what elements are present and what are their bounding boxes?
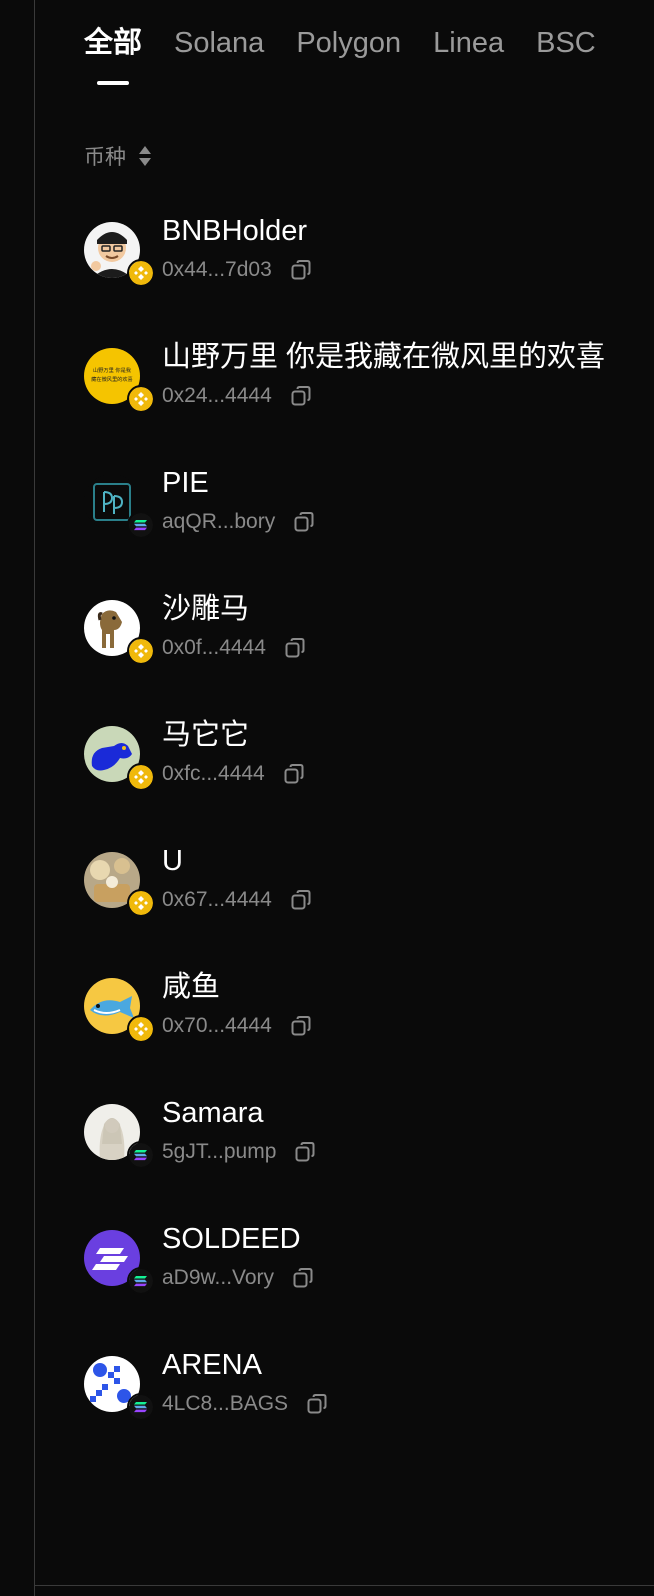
tab-label: Linea [433, 27, 505, 59]
token-avatar-group [84, 852, 155, 917]
svg-text:藏在微风里的欢喜: 藏在微风里的欢喜 [91, 375, 133, 383]
tab-bsc[interactable]: BSC [536, 22, 596, 92]
solana-chain-badge-icon [127, 511, 155, 539]
token-address: 4LC8...BAGS [162, 1392, 289, 1415]
sort-by-token-header[interactable]: 币种 [84, 141, 152, 171]
bnb-chain-badge-icon [127, 889, 155, 917]
solana-chain-badge-icon [127, 1393, 155, 1421]
token-address: aqQR...bory [162, 510, 276, 533]
token-row[interactable]: Samara 5gJT...pump [84, 1087, 654, 1187]
copy-icon[interactable] [290, 1015, 312, 1037]
copy-icon[interactable] [290, 385, 312, 407]
token-name: 山野万里 你是我藏在微风里的欢喜 [162, 341, 606, 373]
token-row[interactable]: SOLDEED aD9w...Vory [84, 1213, 654, 1313]
token-name: SOLDEED [162, 1223, 301, 1255]
token-row[interactable]: ARENA 4LC8...BAGS [84, 1339, 654, 1439]
address-line: 0x24...4444 [162, 382, 312, 410]
copy-icon[interactable] [290, 889, 312, 911]
token-address: aD9w...Vory [162, 1266, 275, 1289]
token-row[interactable]: PIE aqQR...bory [84, 457, 654, 557]
token-avatar-group [84, 726, 155, 791]
bnb-chain-badge-icon [127, 385, 155, 413]
active-tab-indicator [97, 81, 129, 85]
token-address: 0xfc...4444 [162, 762, 265, 785]
token-row[interactable]: 马它它 0xfc...4444 [84, 709, 654, 809]
address-line: 0xfc...4444 [162, 760, 305, 788]
address-line: aqQR...bory [162, 508, 315, 536]
token-row[interactable]: 咸鱼 0x70...4444 [84, 961, 654, 1061]
token-avatar-group [84, 1104, 155, 1169]
tab-label: 全部 [84, 27, 143, 59]
token-name: U [162, 845, 183, 877]
token-avatar-group [84, 1356, 155, 1421]
tab-label: Polygon [296, 27, 402, 59]
token-avatar-group [84, 978, 155, 1043]
token-name: Samara [162, 1097, 264, 1129]
address-line: 0x44...7d03 [162, 256, 312, 284]
token-name: 沙雕马 [162, 593, 250, 625]
address-line: 0x0f...4444 [162, 634, 306, 662]
address-line: 5gJT...pump [162, 1138, 316, 1166]
token-avatar-group [84, 474, 155, 539]
token-avatar-group: 山野万里 你是我 藏在微风里的欢喜 [84, 348, 155, 413]
solana-chain-badge-icon [127, 1141, 155, 1169]
chain-tabs: 全部 Solana Polygon Linea BSC [84, 22, 628, 92]
tab-all[interactable]: 全部 [84, 22, 142, 92]
token-name: ARENA [162, 1349, 262, 1381]
token-address: 0x24...4444 [162, 384, 272, 407]
bnb-chain-badge-icon [127, 1015, 155, 1043]
token-avatar-group [84, 222, 155, 287]
tab-label: Solana [174, 27, 265, 59]
copy-icon[interactable] [284, 637, 306, 659]
token-name: PIE [162, 467, 209, 499]
copy-icon[interactable] [294, 1141, 316, 1163]
svg-text:山野万里 你是我: 山野万里 你是我 [93, 366, 131, 374]
token-name: 马它它 [162, 719, 250, 751]
copy-icon[interactable] [306, 1393, 328, 1415]
tab-label: BSC [536, 27, 596, 59]
token-address: 0x70...4444 [162, 1014, 272, 1037]
address-line: 4LC8...BAGS [162, 1390, 328, 1418]
token-list-screen: 全部 Solana Polygon Linea BSC 币种 BNBHolder… [0, 0, 654, 1596]
token-row[interactable]: BNBHolder 0x44...7d03 [84, 205, 654, 305]
token-row[interactable]: 沙雕马 0x0f...4444 [84, 583, 654, 683]
address-line: aD9w...Vory [162, 1264, 314, 1292]
copy-icon[interactable] [292, 1267, 314, 1289]
address-line: 0x70...4444 [162, 1012, 312, 1040]
token-row[interactable]: U 0x67...4444 [84, 835, 654, 935]
bnb-chain-badge-icon [127, 637, 155, 665]
token-avatar-group [84, 600, 155, 665]
token-name: 咸鱼 [162, 971, 221, 1003]
tab-solana[interactable]: Solana [174, 22, 264, 92]
copy-icon[interactable] [293, 511, 315, 533]
left-divider [34, 0, 35, 1596]
token-address: 0x67...4444 [162, 888, 272, 911]
token-name: BNBHolder [162, 215, 308, 247]
copy-icon[interactable] [283, 763, 305, 785]
tab-polygon[interactable]: Polygon [296, 22, 401, 92]
address-line: 0x67...4444 [162, 886, 312, 914]
bnb-chain-badge-icon [127, 259, 155, 287]
bnb-chain-badge-icon [127, 763, 155, 791]
token-address: 0x0f...4444 [162, 636, 266, 659]
token-avatar-group [84, 1230, 155, 1295]
tab-linea[interactable]: Linea [433, 22, 504, 92]
copy-icon[interactable] [290, 259, 312, 281]
token-row[interactable]: 山野万里 你是我 藏在微风里的欢喜 山野万里 你是我藏在微风里的欢喜 0x24.… [84, 331, 654, 431]
token-address: 0x44...7d03 [162, 258, 272, 281]
sort-updown-icon [138, 144, 152, 168]
solana-chain-badge-icon [127, 1267, 155, 1295]
sort-label: 币种 [84, 146, 126, 169]
token-address: 5gJT...pump [162, 1140, 277, 1163]
bottom-divider [34, 1585, 654, 1586]
